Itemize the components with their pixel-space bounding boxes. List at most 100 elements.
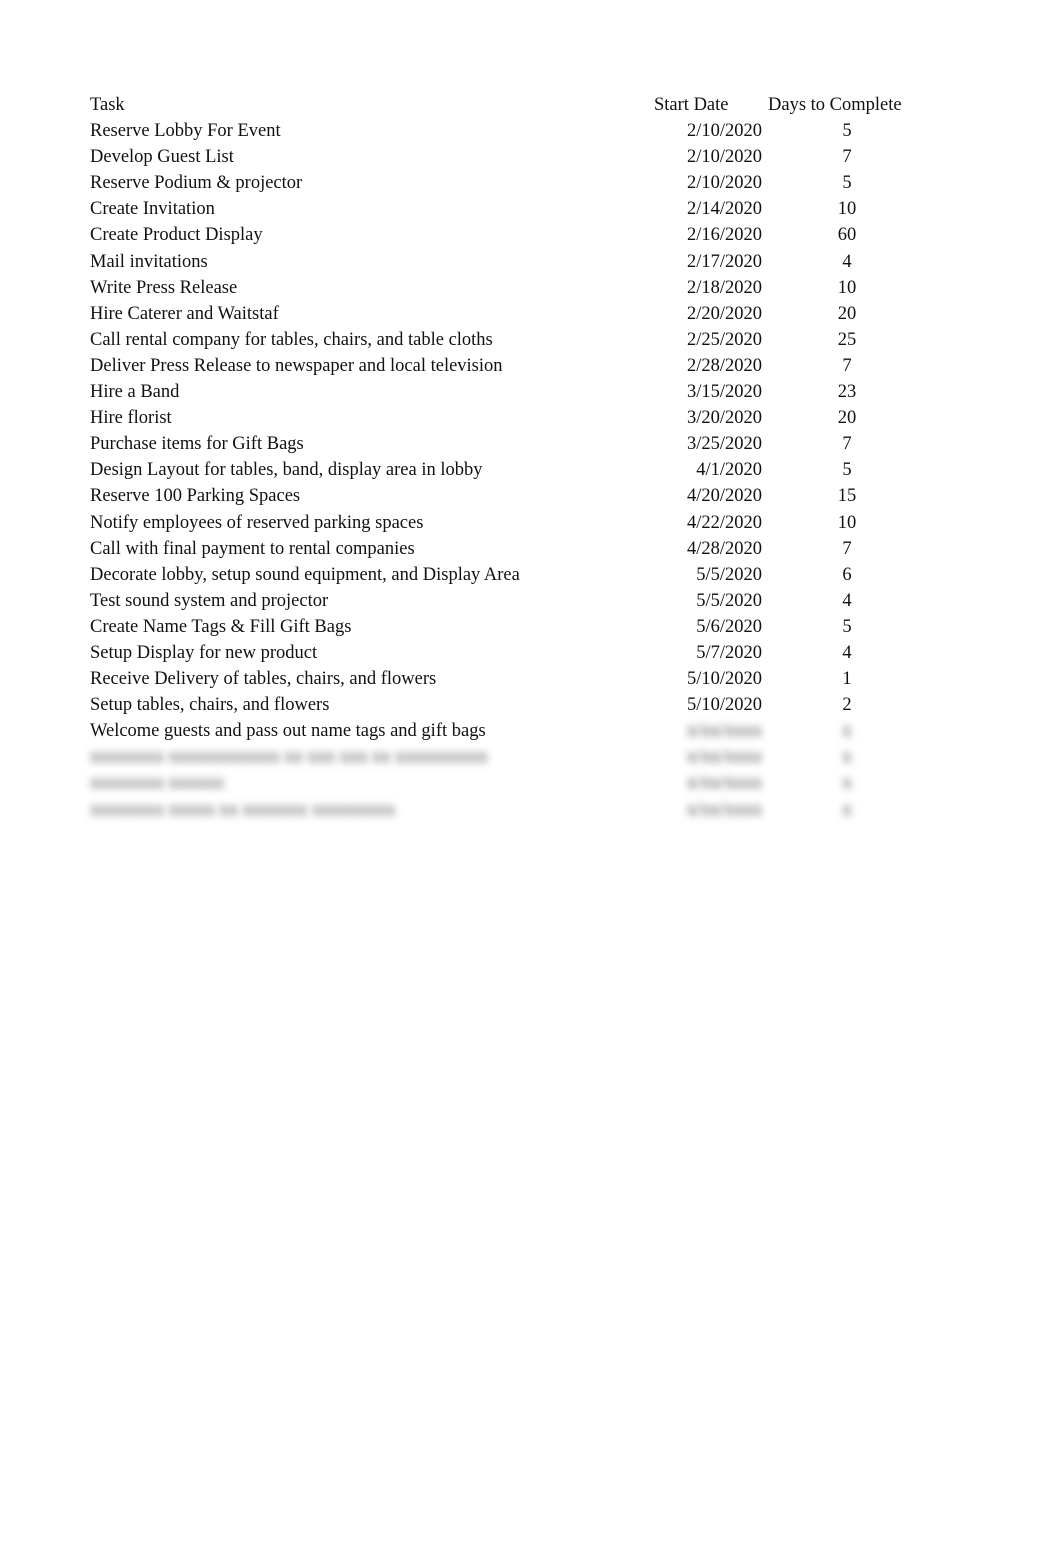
- days-cell: 6: [842, 564, 852, 585]
- task-cell: Mail invitations: [90, 251, 208, 272]
- days-cell: x: [842, 773, 852, 794]
- table-row-blurred: xxxxxxxx xxxxx xx xxxxxxx xxxxxxxxx x/xx/…: [90, 799, 930, 825]
- start-date-cell: x/xx/xxxx: [686, 799, 762, 820]
- days-cell: 7: [842, 355, 852, 376]
- start-date-cell: 5/5/2020: [696, 564, 762, 585]
- task-cell: Purchase items for Gift Bags: [90, 434, 304, 455]
- task-cell: Write Press Release: [90, 277, 238, 298]
- table-row: Call with final payment to rental compan…: [90, 538, 930, 564]
- task-cell: Hire Caterer and Waitstaf: [90, 303, 279, 324]
- task-cell: Hire florist: [90, 408, 172, 429]
- days-cell: 7: [842, 538, 852, 559]
- days-cell: 20: [837, 303, 857, 324]
- task-cell: Call with final payment to rental compan…: [90, 538, 415, 559]
- table-row: Test sound system and projector 5/5/2020 4: [90, 590, 930, 616]
- days-cell: 25: [837, 329, 857, 350]
- table-row: Hire a Band 3/15/2020 23: [90, 381, 930, 407]
- days-cell: 10: [837, 277, 857, 298]
- start-date-cell: 2/25/2020: [686, 329, 762, 350]
- table-row-blurred: xxxxxxxx xxxxxx x/xx/xxxx x: [90, 772, 930, 798]
- start-date-cell: 3/20/2020: [686, 408, 762, 429]
- task-cell: Hire a Band: [90, 382, 180, 403]
- start-date-cell: 2/14/2020: [686, 199, 762, 220]
- task-cell: Notify employees of reserved parking spa…: [90, 512, 424, 533]
- days-cell: 20: [837, 408, 857, 429]
- table-row: Write Press Release 2/18/2020 10: [90, 277, 930, 303]
- start-date-cell: 3/25/2020: [686, 434, 762, 455]
- start-date-cell: 5/7/2020: [696, 642, 762, 663]
- days-cell: x: [842, 747, 852, 768]
- task-cell: Test sound system and projector: [90, 590, 329, 611]
- days-cell: 1: [842, 669, 852, 690]
- table-row: Reserve Lobby For Event 2/10/2020 5: [90, 120, 930, 146]
- start-date-cell: 2/10/2020: [686, 173, 762, 194]
- task-cell: Create Product Display: [90, 225, 263, 246]
- days-cell: 5: [842, 121, 852, 142]
- start-date-cell: 4/22/2020: [686, 512, 762, 533]
- start-date-cell: 5/10/2020: [686, 669, 762, 690]
- start-date-cell: 4/1/2020: [696, 460, 762, 481]
- start-date-cell: 2/16/2020: [686, 225, 762, 246]
- table-row-blurred: xxxxxxxx xxxxxxxxxxxx xx xxx xxx xx xxxx…: [90, 746, 930, 772]
- start-date-cell: x/xx/xxxx: [686, 773, 762, 794]
- table-row: Mail invitations 2/17/2020 4: [90, 251, 930, 277]
- task-cell: Reserve Podium & projector: [90, 173, 303, 194]
- task-cell: Receive Delivery of tables, chairs, and …: [90, 669, 437, 690]
- task-cell: Call rental company for tables, chairs, …: [90, 329, 493, 350]
- table-row: Decorate lobby, setup sound equipment, a…: [90, 564, 930, 590]
- table-row: Setup Display for new product 5/7/2020 4: [90, 642, 930, 668]
- start-date-cell: 4/28/2020: [686, 538, 762, 559]
- start-date-cell: 5/5/2020: [696, 590, 762, 611]
- table-row: Reserve 100 Parking Spaces 4/20/2020 15: [90, 485, 930, 511]
- start-date-cell: x/xx/xxxx: [686, 747, 762, 768]
- table-row: Purchase items for Gift Bags 3/25/2020 7: [90, 433, 930, 459]
- table-body: Reserve Lobby For Event 2/10/2020 5 Develop…: [90, 120, 930, 825]
- start-date-cell: 5/6/2020: [696, 616, 762, 637]
- table-row: Create Invitation 2/14/2020 10: [90, 198, 930, 224]
- task-cell: Reserve 100 Parking Spaces: [90, 486, 301, 507]
- start-date-cell: 2/10/2020: [686, 147, 762, 168]
- table-row: Receive Delivery of tables, chairs, and …: [90, 668, 930, 694]
- days-cell: 5: [842, 616, 852, 637]
- task-cell: Welcome guests and pass out name tags an…: [90, 721, 486, 742]
- header-start-date: Start Date: [654, 95, 729, 115]
- table-row: Notify employees of reserved parking spa…: [90, 512, 930, 538]
- days-cell: x: [842, 721, 852, 742]
- days-cell: 2: [842, 695, 852, 716]
- task-table: Task Start Date Days to Complete Reserve…: [90, 94, 930, 825]
- days-cell: 4: [842, 590, 852, 611]
- days-cell: 7: [842, 434, 852, 455]
- days-cell: 15: [837, 486, 857, 507]
- start-date-cell: 2/17/2020: [686, 251, 762, 272]
- table-row: Welcome guests and pass out name tags an…: [90, 720, 930, 746]
- task-cell: xxxxxxxx xxxxx xx xxxxxxx xxxxxxxxx: [90, 799, 396, 820]
- task-cell: Create Invitation: [90, 199, 215, 220]
- task-cell: Setup Display for new product: [90, 642, 318, 663]
- days-cell: 5: [842, 173, 852, 194]
- table-row: Hire florist 3/20/2020 20: [90, 407, 930, 433]
- days-cell: 10: [837, 199, 857, 220]
- days-cell: 4: [842, 642, 852, 663]
- header-task: Task: [90, 95, 125, 115]
- days-cell: 10: [837, 512, 857, 533]
- start-date-cell: x/xx/xxxx: [686, 721, 762, 742]
- table-row: Call rental company for tables, chairs, …: [90, 329, 930, 355]
- table-row: Setup tables, chairs, and flowers 5/10/20…: [90, 694, 930, 720]
- days-cell: 7: [842, 147, 852, 168]
- start-date-cell: 3/15/2020: [686, 382, 762, 403]
- days-cell: 5: [842, 460, 852, 481]
- start-date-cell: 2/10/2020: [686, 121, 762, 142]
- start-date-cell: 5/10/2020: [686, 695, 762, 716]
- table-row: Create Product Display 2/16/2020 60: [90, 224, 930, 250]
- header-days-to-complete: Days to Complete: [768, 95, 902, 115]
- task-cell: xxxxxxxx xxxxxx: [90, 773, 225, 794]
- table-row: Create Name Tags & Fill Gift Bags 5/6/202…: [90, 616, 930, 642]
- table-row: Reserve Podium & projector 2/10/2020 5: [90, 172, 930, 198]
- start-date-cell: 4/20/2020: [686, 486, 762, 507]
- task-cell: Reserve Lobby For Event: [90, 121, 281, 142]
- days-cell: 60: [837, 225, 857, 246]
- task-cell: Design Layout for tables, band, display …: [90, 460, 483, 481]
- table-row: Design Layout for tables, band, display …: [90, 459, 930, 485]
- table-header-row: Task Start Date Days to Complete: [90, 94, 930, 120]
- task-cell: Deliver Press Release to newspaper and l…: [90, 355, 503, 376]
